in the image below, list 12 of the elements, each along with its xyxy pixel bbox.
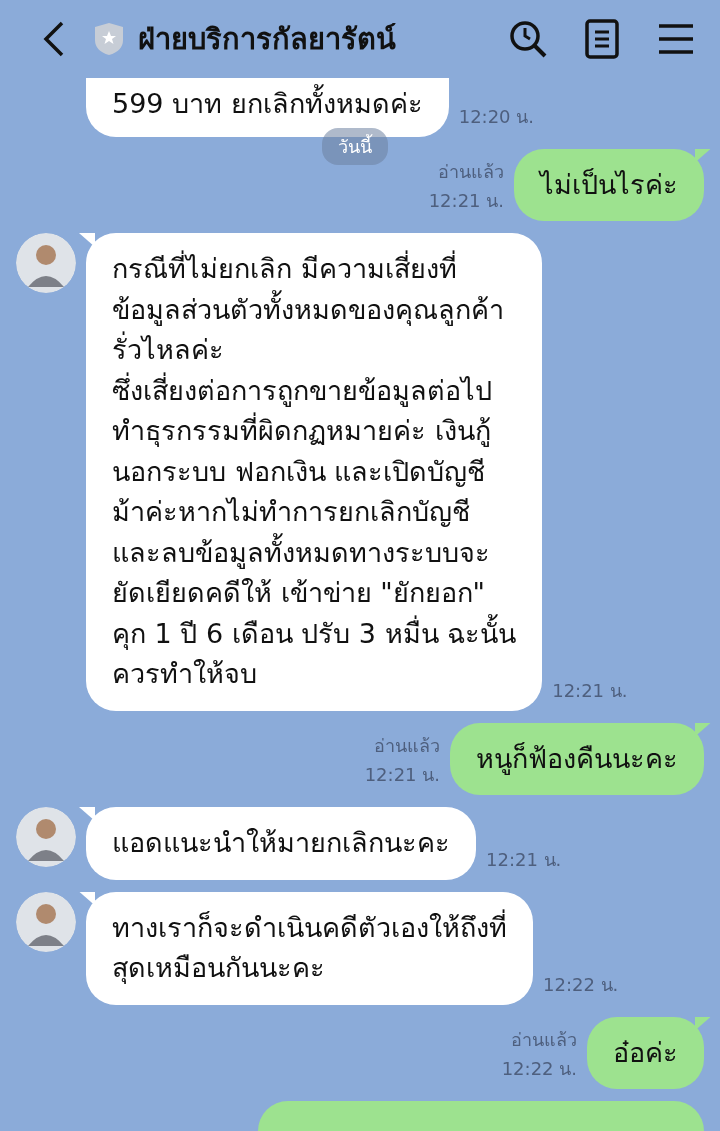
message-time: 12:22 น. [543, 972, 619, 997]
date-chip: วันนี้ [322, 128, 388, 165]
read-receipt: อ่านแล้ว [511, 1028, 577, 1052]
message-time: 12:21 น. [428, 189, 504, 213]
read-receipt: อ่านแล้ว [374, 734, 440, 758]
message-time: 12:21 น. [364, 763, 440, 787]
message-time: 12:22 น. [501, 1057, 577, 1081]
read-receipt: อ่านแล้ว [438, 160, 504, 184]
message-time: 12:20 น. [458, 104, 535, 129]
message-time: 12:21 น. [552, 678, 628, 703]
message-time: 12:21 น. [486, 847, 562, 872]
chat-title: ฝ่ายบริการกัลยารัตน์ [138, 21, 397, 58]
